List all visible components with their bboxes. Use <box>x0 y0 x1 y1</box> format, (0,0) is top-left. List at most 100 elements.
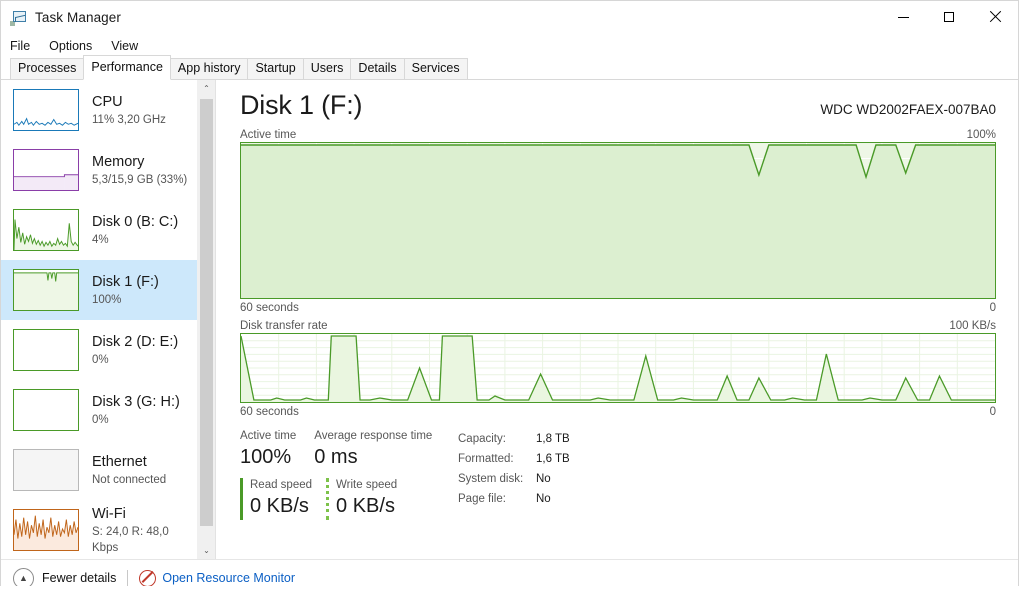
detail-value: 1,6 TB <box>536 453 570 465</box>
memory-sparkline <box>13 149 79 191</box>
disk3-sparkline <box>13 389 79 431</box>
tab-performance[interactable]: Performance <box>83 55 171 80</box>
title-bar: Task Manager <box>1 1 1018 34</box>
transfer-rate-axis: 60 seconds 0 <box>240 405 996 420</box>
detail-value: No <box>536 493 551 505</box>
sidebar-item-sub: 0% <box>92 353 109 366</box>
detail-value: 1,8 TB <box>536 433 570 445</box>
sidebar-item-ethernet[interactable]: Ethernet Not connected <box>1 440 197 500</box>
transfer-rate-x-label: 60 seconds <box>240 406 299 418</box>
window-controls <box>880 1 1018 33</box>
maximize-icon <box>944 12 954 22</box>
stat-active-time: Active time 100% <box>240 429 296 471</box>
active-time-caption: Active time <box>240 129 297 141</box>
scrollbar-track[interactable] <box>198 97 215 542</box>
tab-details[interactable]: Details <box>350 58 405 80</box>
disk2-sparkline <box>13 329 79 371</box>
maximize-button[interactable] <box>926 1 972 33</box>
detail-key: System disk: <box>458 473 524 485</box>
sidebar-item-label: Disk 0 (B: C:) <box>92 213 179 230</box>
stat-average-response-time: Average response time 0 ms <box>314 429 432 471</box>
stat-value: 100% <box>240 446 292 468</box>
stat-label: Average response time <box>314 430 433 442</box>
active-time-x-label: 60 seconds <box>240 302 299 314</box>
sidebar-item-label: Disk 2 (D: E:) <box>92 333 179 350</box>
open-resource-monitor-link[interactable]: Open Resource Monitor <box>162 571 295 585</box>
disk-model: WDC WD2002FAEX-007BA0 <box>820 102 996 117</box>
tab-processes[interactable]: Processes <box>10 58 85 80</box>
tab-services[interactable]: Services <box>403 58 468 80</box>
tab-startup[interactable]: Startup <box>247 58 304 80</box>
detail-row: Capacity: 1,8 TB <box>458 429 570 449</box>
sidebar-item-sub: 100% <box>92 293 122 306</box>
content-area: CPU 11% 3,20 GHz Memory 5,3/15,9 GB (33%… <box>1 80 1018 559</box>
detail-row: Formatted: 1,6 TB <box>458 449 570 469</box>
stat-read-speed: Read speed 0 KB/s <box>240 478 312 520</box>
task-manager-icon <box>10 9 28 27</box>
resource-monitor-icon <box>139 569 157 587</box>
tab-app-history[interactable]: App history <box>169 58 249 80</box>
sidebar-scrollbar[interactable]: ⌃ ⌄ <box>197 80 215 559</box>
sidebar-item-label: CPU <box>92 93 123 110</box>
wifi-sparkline <box>13 509 79 551</box>
active-time-max: 100% <box>966 129 996 141</box>
ethernet-sparkline <box>13 449 79 491</box>
detail-row: Page file: No <box>458 489 570 509</box>
detail-key: Capacity: <box>458 433 506 445</box>
menu-view[interactable]: View <box>111 37 148 55</box>
sidebar-item-disk-1[interactable]: Disk 1 (F:) 100% <box>1 260 197 320</box>
minimize-icon <box>897 16 909 18</box>
detail-key: Formatted: <box>458 453 514 465</box>
stat-label: Active time <box>240 430 297 442</box>
sidebar-item-label: Ethernet <box>92 453 147 470</box>
stat-label: Read speed <box>250 479 313 491</box>
scrollbar-thumb[interactable] <box>200 99 213 527</box>
sidebar-item-wifi[interactable]: Wi-Fi S: 24,0 R: 48,0 Kbps <box>1 500 197 559</box>
resource-sidebar: CPU 11% 3,20 GHz Memory 5,3/15,9 GB (33%… <box>1 80 216 559</box>
transfer-rate-max: 100 KB/s <box>949 320 996 332</box>
close-button[interactable] <box>972 1 1018 33</box>
desktop-taskbar-edge <box>0 586 1019 596</box>
menu-file[interactable]: File <box>10 37 40 55</box>
sidebar-item-memory[interactable]: Memory 5,3/15,9 GB (33%) <box>1 140 197 200</box>
detail-key: Page file: <box>458 493 506 505</box>
detail-value: No <box>536 473 551 485</box>
performance-detail-panel: Disk 1 (F:) WDC WD2002FAEX-007BA0 Active… <box>216 80 1018 559</box>
active-time-axis: 60 seconds 0 <box>240 301 996 316</box>
transfer-rate-caption: Disk transfer rate <box>240 320 328 332</box>
cpu-sparkline <box>13 89 79 131</box>
close-icon <box>989 11 1001 23</box>
disk1-sparkline <box>13 269 79 311</box>
scroll-down-icon[interactable]: ⌄ <box>198 542 215 559</box>
active-time-min: 0 <box>989 302 996 314</box>
stat-value: 0 KB/s <box>250 495 309 517</box>
resource-list: CPU 11% 3,20 GHz Memory 5,3/15,9 GB (33%… <box>1 80 197 559</box>
transfer-rate-min: 0 <box>989 406 996 418</box>
sidebar-item-sub: 11% 3,20 GHz <box>92 113 166 126</box>
sidebar-item-sub: S: 24,0 R: 48,0 Kbps <box>92 525 169 554</box>
active-time-graph-labels: Active time 100% <box>240 128 996 142</box>
stats-top-row: Active time 100% Average response time 0… <box>240 429 450 471</box>
fewer-details-button[interactable]: Fewer details <box>42 571 116 585</box>
tab-users[interactable]: Users <box>302 58 352 80</box>
minimize-button[interactable] <box>880 1 926 33</box>
sidebar-item-sub: 0% <box>92 413 109 426</box>
sidebar-item-sub: Not connected <box>92 473 167 486</box>
menu-options[interactable]: Options <box>49 37 102 55</box>
detail-row: System disk: No <box>458 469 570 489</box>
panel-header: Disk 1 (F:) WDC WD2002FAEX-007BA0 <box>240 88 996 121</box>
sidebar-item-label: Disk 3 (G: H:) <box>92 393 180 410</box>
page-title: Disk 1 (F:) <box>240 90 363 120</box>
stat-label: Write speed <box>336 479 398 491</box>
sidebar-item-sub: 4% <box>92 233 109 246</box>
sidebar-item-cpu[interactable]: CPU 11% 3,20 GHz <box>1 80 197 140</box>
scroll-up-icon[interactable]: ⌃ <box>198 80 215 97</box>
stat-value: 0 KB/s <box>336 495 395 517</box>
stats-primary: Active time 100% Average response time 0… <box>240 429 450 520</box>
sidebar-item-disk-0[interactable]: Disk 0 (B: C:) 4% <box>1 200 197 260</box>
task-manager-window: Task Manager File Options View Processes… <box>0 0 1019 596</box>
sidebar-item-disk-3[interactable]: Disk 3 (G: H:) 0% <box>1 380 197 440</box>
stat-write-speed: Write speed 0 KB/s <box>326 478 397 520</box>
sidebar-item-disk-2[interactable]: Disk 2 (D: E:) 0% <box>1 320 197 380</box>
active-time-plot <box>241 143 995 298</box>
